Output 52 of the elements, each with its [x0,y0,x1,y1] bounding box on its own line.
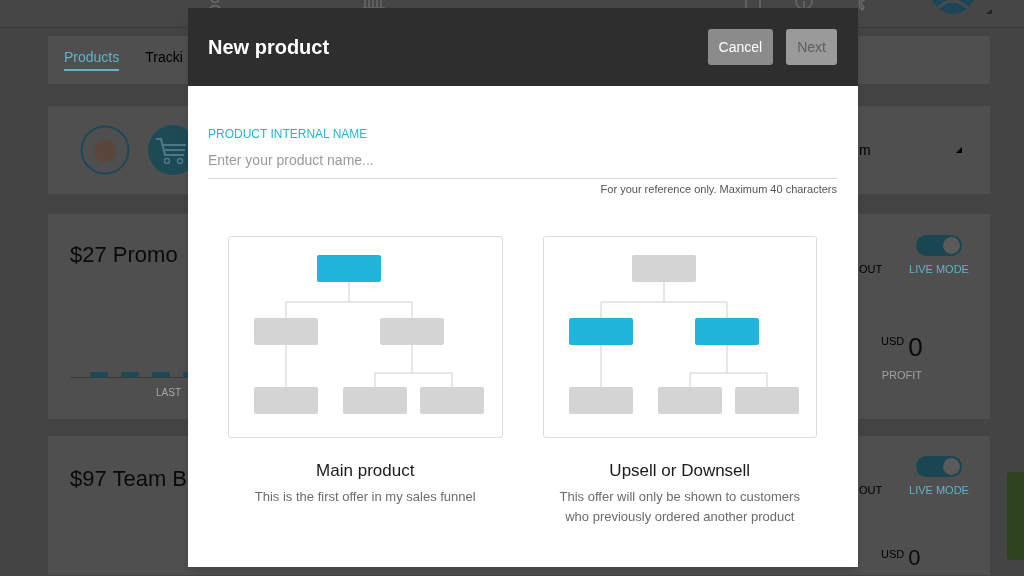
columns-icon[interactable] [362,0,386,9]
status-label: OUT [859,484,883,497]
status-label: OUT [859,263,883,276]
axis-label: LAST [156,386,182,399]
toggle-switch[interactable] [916,235,962,256]
currency-label: USD [881,548,905,561]
tree-node [568,387,633,414]
toggle-switch[interactable] [916,456,962,477]
option-title: Upsell or Downsell [609,460,751,482]
toggle-label: LIVE MODE [909,263,969,276]
option-title: Main product [316,460,415,482]
field-label: PRODUCT INTERNAL NAME [208,127,369,141]
toggle-label: LIVE MODE [909,484,969,497]
profit-value: 0 [908,547,921,569]
option-card[interactable] [228,236,503,438]
chart-bar [90,372,108,377]
option-card[interactable] [542,236,817,438]
dialog-button[interactable]: Cancel [707,29,774,65]
tree-node [631,255,696,282]
chart-bar [183,372,188,377]
tree-node [568,318,633,345]
tab[interactable]: Tracki [145,36,183,71]
tree-node [734,387,799,414]
person-icon[interactable] [208,0,222,9]
chart-bar [152,372,170,377]
product-title: $97 Team B [70,465,188,493]
option-description: This offer will only be shown to customers who previously ordered another product [558,488,801,526]
caret-icon[interactable] [986,9,992,14]
dropdown-value: m [859,142,871,158]
currency-label: USD [881,335,905,348]
tree-node [694,318,759,345]
tree-node [254,318,318,345]
product-title: $27 Promo [70,241,179,269]
profit-label: PROFIT [881,369,922,382]
tree-node [380,318,444,345]
caret-icon [956,147,962,153]
tree-node [657,387,722,414]
chart-bar [121,372,139,377]
tree-node [254,387,318,414]
tree-node [317,255,381,282]
tree-node [343,387,407,414]
product-thumbnail[interactable] [80,125,130,175]
tree-node [420,387,484,414]
dropdown[interactable]: m [859,138,962,162]
cart-icon[interactable] [148,125,188,175]
input-field[interactable]: Enter your product name... [208,149,837,179]
field-hint: For your reference only. Maximum 40 characters [600,182,837,196]
profit-value: 0 [908,334,923,360]
tab[interactable]: Products [64,36,120,71]
avatar-icon[interactable] [930,0,976,15]
dialog-title: New product [208,35,330,59]
option-description: This is the first offer in my sales funnel [254,488,476,506]
